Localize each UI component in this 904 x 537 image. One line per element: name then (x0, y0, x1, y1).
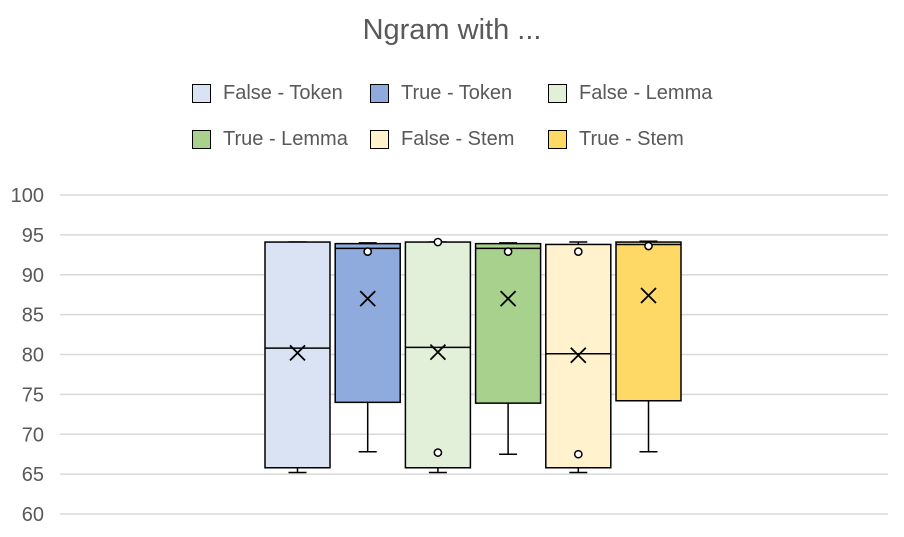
box (264, 241, 331, 469)
y-tick-label: 75 (22, 384, 44, 406)
box (474, 242, 542, 404)
outlier-point (433, 237, 443, 247)
outlier-point (573, 449, 583, 459)
outlier-point (644, 241, 653, 251)
outlier-point (503, 247, 513, 256)
plot-area: 60 65 70 75 80 85 90 95 100 (11, 185, 888, 526)
outlier-point (433, 448, 443, 457)
y-tick-label: 100 (11, 185, 44, 207)
y-tick-label: 80 (22, 345, 44, 367)
box (404, 241, 472, 469)
y-tick-label: 60 (22, 504, 44, 526)
y-tick-label: 95 (22, 225, 44, 247)
y-tick-label: 65 (22, 464, 44, 486)
box (615, 241, 682, 402)
y-tick-label: 85 (22, 305, 44, 327)
y-tick-label: 70 (22, 424, 44, 446)
outlier-point (573, 247, 583, 256)
box (334, 242, 401, 404)
y-tick-label: 90 (22, 265, 44, 287)
outlier-point (363, 247, 373, 256)
